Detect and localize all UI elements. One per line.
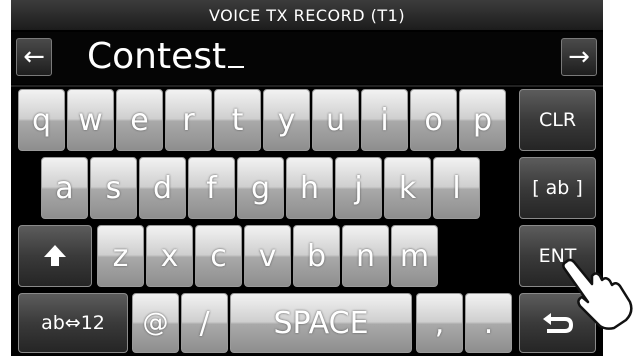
- key-b[interactable]: b: [293, 225, 340, 287]
- key-comma[interactable]: ,: [416, 293, 463, 353]
- key-at[interactable]: @: [132, 293, 179, 353]
- key-period[interactable]: .: [465, 293, 512, 353]
- keyboard-screen: VOICE TX RECORD (T1) ← Contest → q w e r…: [11, 0, 603, 356]
- key-y[interactable]: y: [263, 89, 310, 151]
- key-p[interactable]: p: [459, 89, 506, 151]
- key-i[interactable]: i: [361, 89, 408, 151]
- key-x[interactable]: x: [146, 225, 193, 287]
- mode-toggle-button[interactable]: ab⇔12: [18, 293, 128, 353]
- key-o[interactable]: o: [410, 89, 457, 151]
- key-q[interactable]: q: [18, 89, 65, 151]
- key-d[interactable]: d: [139, 157, 186, 219]
- ab-mode-button[interactable]: [ ab ]: [519, 157, 596, 219]
- up-arrow-icon: [44, 245, 66, 266]
- text-entry-field[interactable]: Contest: [87, 33, 245, 81]
- key-n[interactable]: n: [342, 225, 389, 287]
- text-cursor: [228, 66, 245, 68]
- shift-button[interactable]: [18, 225, 92, 287]
- divider: [11, 85, 603, 87]
- pointing-hand-icon: [562, 258, 633, 330]
- key-l[interactable]: l: [433, 157, 480, 219]
- key-r[interactable]: r: [165, 89, 212, 151]
- cursor-left-button[interactable]: ←: [16, 38, 52, 76]
- key-f[interactable]: f: [188, 157, 235, 219]
- right-arrow-icon: →: [568, 42, 590, 72]
- left-arrow-icon: ←: [23, 42, 45, 72]
- key-m[interactable]: m: [391, 225, 438, 287]
- key-w[interactable]: w: [67, 89, 114, 151]
- key-h[interactable]: h: [286, 157, 333, 219]
- key-v[interactable]: v: [244, 225, 291, 287]
- key-k[interactable]: k: [384, 157, 431, 219]
- key-j[interactable]: j: [335, 157, 382, 219]
- title-bar: VOICE TX RECORD (T1): [11, 0, 603, 30]
- key-a[interactable]: a: [41, 157, 88, 219]
- entry-text: Contest: [87, 36, 227, 77]
- key-slash[interactable]: /: [181, 293, 228, 353]
- key-t[interactable]: t: [214, 89, 261, 151]
- screen-title: VOICE TX RECORD (T1): [208, 5, 406, 25]
- key-u[interactable]: u: [312, 89, 359, 151]
- clear-button[interactable]: CLR: [519, 89, 596, 151]
- key-z[interactable]: z: [97, 225, 144, 287]
- key-c[interactable]: c: [195, 225, 242, 287]
- space-button[interactable]: SPACE: [230, 293, 412, 353]
- key-g[interactable]: g: [237, 157, 284, 219]
- key-e[interactable]: e: [116, 89, 163, 151]
- key-s[interactable]: s: [90, 157, 137, 219]
- cursor-right-button[interactable]: →: [561, 38, 597, 76]
